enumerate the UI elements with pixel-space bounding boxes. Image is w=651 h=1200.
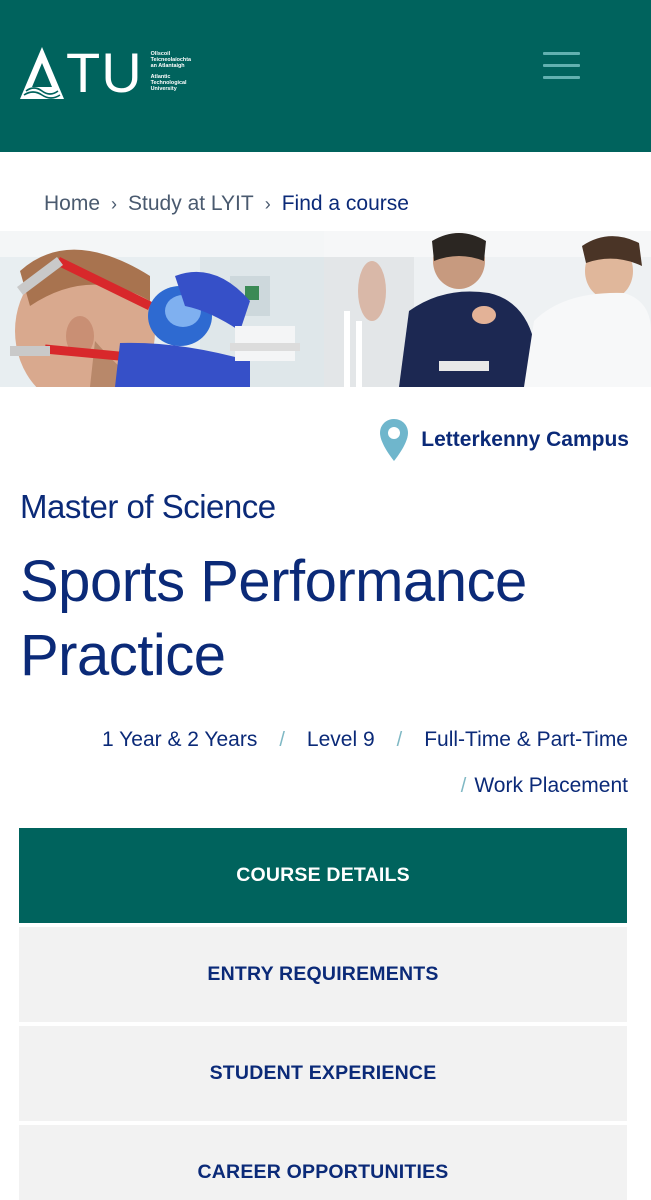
page-title: Sports Performance Practice	[20, 549, 527, 688]
logo-a-mark-icon	[20, 47, 64, 99]
atu-logo[interactable]: TU Ollscoil Teicneolaíochta an Atlantaig…	[20, 41, 211, 104]
hero-photo-mask-test	[0, 231, 324, 387]
site-header: TU Ollscoil Teicneolaíochta an Atlantaig…	[0, 0, 651, 152]
hero-photo-fitting	[324, 231, 651, 387]
fact-level: Level 9	[306, 728, 375, 751]
fact-separator: /	[279, 728, 285, 751]
breadcrumb: Home › Study at LYIT › Find a course	[44, 192, 409, 216]
breadcrumb-study[interactable]: Study at LYIT	[128, 192, 254, 216]
breadcrumb-find-course[interactable]: Find a course	[282, 192, 409, 216]
fact-separator: /	[396, 728, 403, 751]
campus-name: Letterkenny Campus	[421, 428, 629, 451]
fact-mode: Full-Time & Part-Time	[424, 728, 628, 751]
hero-image	[0, 231, 651, 387]
fact-separator: /	[460, 774, 467, 797]
hamburger-menu-icon[interactable]	[543, 52, 580, 80]
logo-line: University	[150, 86, 177, 93]
campus-location[interactable]: Letterkenny Campus	[379, 418, 629, 462]
logo-wordmark: Ollscoil Teicneolaíochta an Atlantaigh A…	[151, 51, 211, 92]
logo-letters: TU	[66, 41, 143, 104]
tab-entry-requirements[interactable]: ENTRY REQUIREMENTS	[19, 927, 627, 1022]
tab-course-details[interactable]: COURSE DETAILS	[19, 828, 627, 923]
breadcrumb-home[interactable]: Home	[44, 192, 100, 216]
map-pin-icon	[380, 419, 409, 461]
breadcrumb-separator: ›	[264, 193, 271, 214]
breadcrumb-separator: ›	[111, 193, 118, 214]
tab-student-experience[interactable]: STUDENT EXPERIENCE	[19, 1026, 627, 1121]
degree-type: Master of Science	[20, 488, 276, 525]
facts-row: 1 Year & 2 Years / Level 9 / Full-Time &…	[102, 728, 628, 752]
course-tabs: COURSE DETAILS ENTRY REQUIREMENTS STUDEN…	[19, 828, 627, 1200]
facts-row: / Work Placement	[439, 774, 628, 798]
tab-career-opportunities[interactable]: CAREER OPPORTUNITIES	[19, 1125, 627, 1200]
fact-placement: Work Placement	[474, 774, 628, 797]
fact-duration: 1 Year & 2 Years	[102, 728, 258, 751]
